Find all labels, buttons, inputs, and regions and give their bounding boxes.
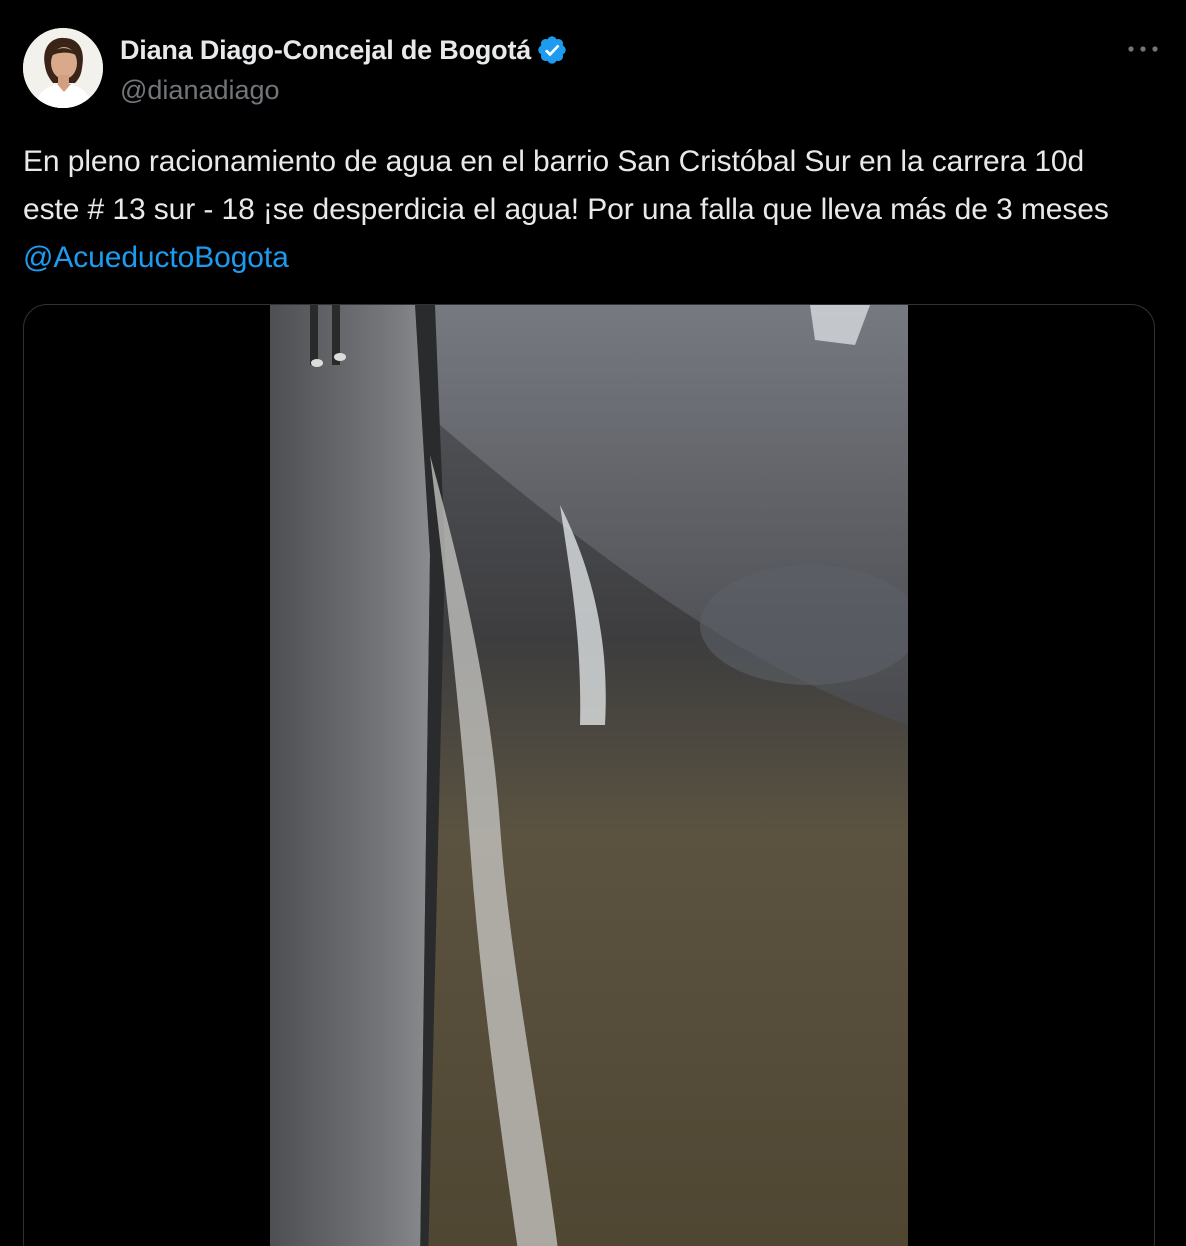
- tweet-text: En pleno racionamiento de agua en el bar…: [23, 138, 1143, 282]
- verified-badge-icon[interactable]: [536, 34, 568, 66]
- video-thumbnail: [270, 305, 908, 1246]
- tweet-body: En pleno racionamiento de agua en el bar…: [23, 145, 1109, 226]
- more-options-icon[interactable]: [1123, 34, 1163, 64]
- video-player[interactable]: [270, 305, 908, 1246]
- display-name-row: Diana Diago-Concejal de Bogotá: [120, 34, 568, 66]
- avatar-image: [23, 28, 103, 108]
- handle[interactable]: @dianadiago: [120, 75, 568, 106]
- mention-link[interactable]: @AcueductoBogota: [23, 241, 289, 274]
- avatar[interactable]: [23, 28, 103, 108]
- media-container[interactable]: [23, 304, 1155, 1246]
- author-info: Diana Diago-Concejal de Bogotá @dianadia…: [120, 34, 568, 106]
- tweet-header: Diana Diago-Concejal de Bogotá @dianadia…: [23, 28, 1163, 108]
- display-name[interactable]: Diana Diago-Concejal de Bogotá: [120, 35, 531, 66]
